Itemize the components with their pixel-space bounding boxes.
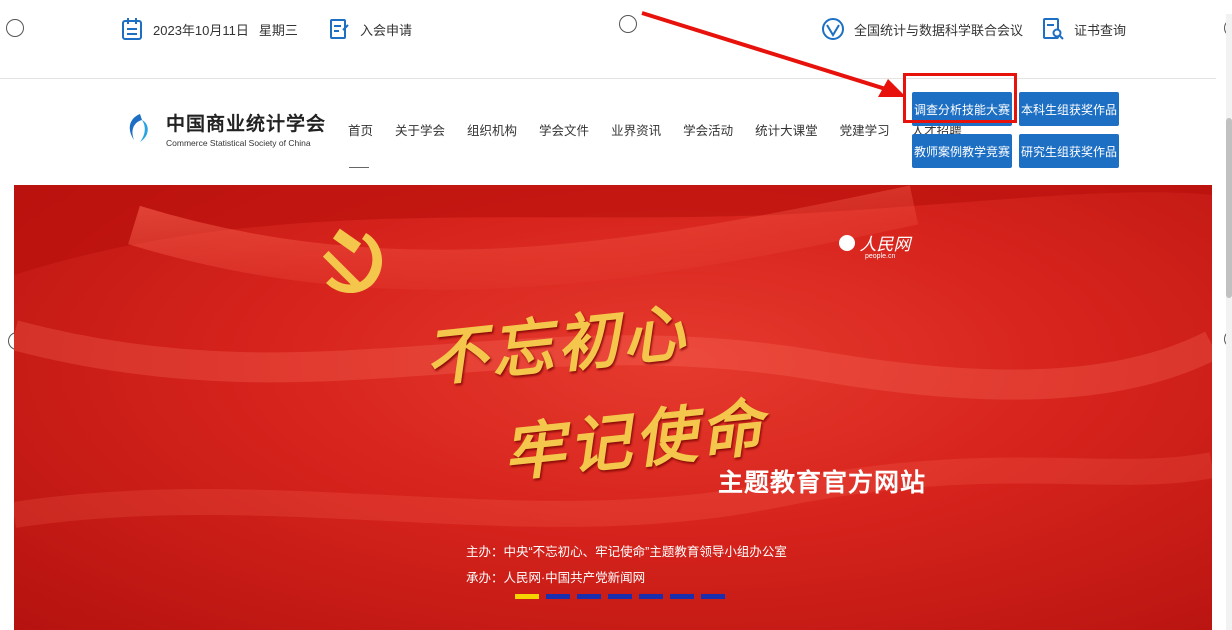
people-logo-text: 人民网 xyxy=(859,235,911,255)
nav-item-statistics-class[interactable]: 统计大课堂 xyxy=(755,120,818,139)
selection-handle-top-left[interactable] xyxy=(6,19,24,37)
teaching-case-button[interactable]: 教师案例教学竞赛 xyxy=(912,134,1012,168)
header-divider xyxy=(0,78,1216,79)
certificate-query-label: 证书查询 xyxy=(1074,22,1127,38)
carousel-dot[interactable] xyxy=(670,594,694,599)
people-cn-logo: 人民网 people.cn xyxy=(839,230,910,260)
carousel-indicators xyxy=(515,594,725,599)
carousel-dot[interactable] xyxy=(515,594,539,599)
society-name-cn: 中国商业统计学会 xyxy=(166,113,327,135)
society-logo-icon xyxy=(120,108,160,148)
carousel-dot[interactable] xyxy=(639,594,663,599)
carousel-dot[interactable] xyxy=(608,594,632,599)
annotation-arrow xyxy=(641,11,906,97)
join-application-link[interactable]: 入会申请 xyxy=(326,14,412,44)
site-logo[interactable]: 中国商业统计学会 Commerce Statistical Society of… xyxy=(120,108,326,148)
hammer-sickle-emblem xyxy=(322,228,383,294)
weekday-text: 星期三 xyxy=(258,22,298,38)
date-text: 2023年10月11日 xyxy=(153,22,249,38)
society-name-en: Commerce Statistical Society of China xyxy=(166,137,311,148)
carousel-dot[interactable] xyxy=(701,594,725,599)
hero-banner[interactable]: 人民网 people.cn 不忘初心 牢记使命 主题教育官方网站 主办：中央“不… xyxy=(14,185,1212,630)
nav-item-about[interactable]: 关于学会 xyxy=(395,120,445,139)
grad-awards-button[interactable]: 研究生组获奖作品 xyxy=(1019,134,1119,168)
banner-subtitle: 主题教育官方网站 xyxy=(718,468,927,497)
document-search-icon xyxy=(1040,16,1066,42)
main-nav: 首页 关于学会 组织机构 学会文件 业界资讯 学会活动 统计大课堂 党建学习 人… xyxy=(348,120,984,139)
undergrad-awards-button[interactable]: 本科生组获奖作品 xyxy=(1019,92,1119,126)
nav-item-organization[interactable]: 组织机构 xyxy=(467,120,517,139)
page-scrollbar[interactable] xyxy=(1226,14,1232,630)
banner-organizer-line: 承办：人民网·中国共产党新闻网 xyxy=(466,571,646,585)
banner-host-line: 主办：中央“不忘初心、牢记使命”主题教育领导小组办公室 xyxy=(466,545,787,559)
document-edit-icon xyxy=(326,16,352,42)
page-scrollbar-thumb[interactable] xyxy=(1226,118,1232,298)
nav-item-party-study[interactable]: 党建学习 xyxy=(840,120,890,139)
certificate-query-link[interactable]: 证书查询 xyxy=(1040,14,1126,44)
carousel-dot[interactable] xyxy=(577,594,601,599)
join-application-label: 入会申请 xyxy=(360,22,413,38)
nav-active-underline xyxy=(349,167,369,168)
people-logo-mark-icon xyxy=(839,234,855,251)
nav-item-activities[interactable]: 学会活动 xyxy=(683,120,733,139)
date-display: 2023年10月11日 星期三 xyxy=(119,14,298,44)
nav-item-industry-news[interactable]: 业界资讯 xyxy=(611,120,661,139)
nav-item-home[interactable]: 首页 xyxy=(348,120,373,139)
calendar-icon xyxy=(119,16,145,42)
annotation-highlight-box xyxy=(903,73,1017,123)
carousel-dot[interactable] xyxy=(546,594,570,599)
nav-item-documents[interactable]: 学会文件 xyxy=(539,120,589,139)
